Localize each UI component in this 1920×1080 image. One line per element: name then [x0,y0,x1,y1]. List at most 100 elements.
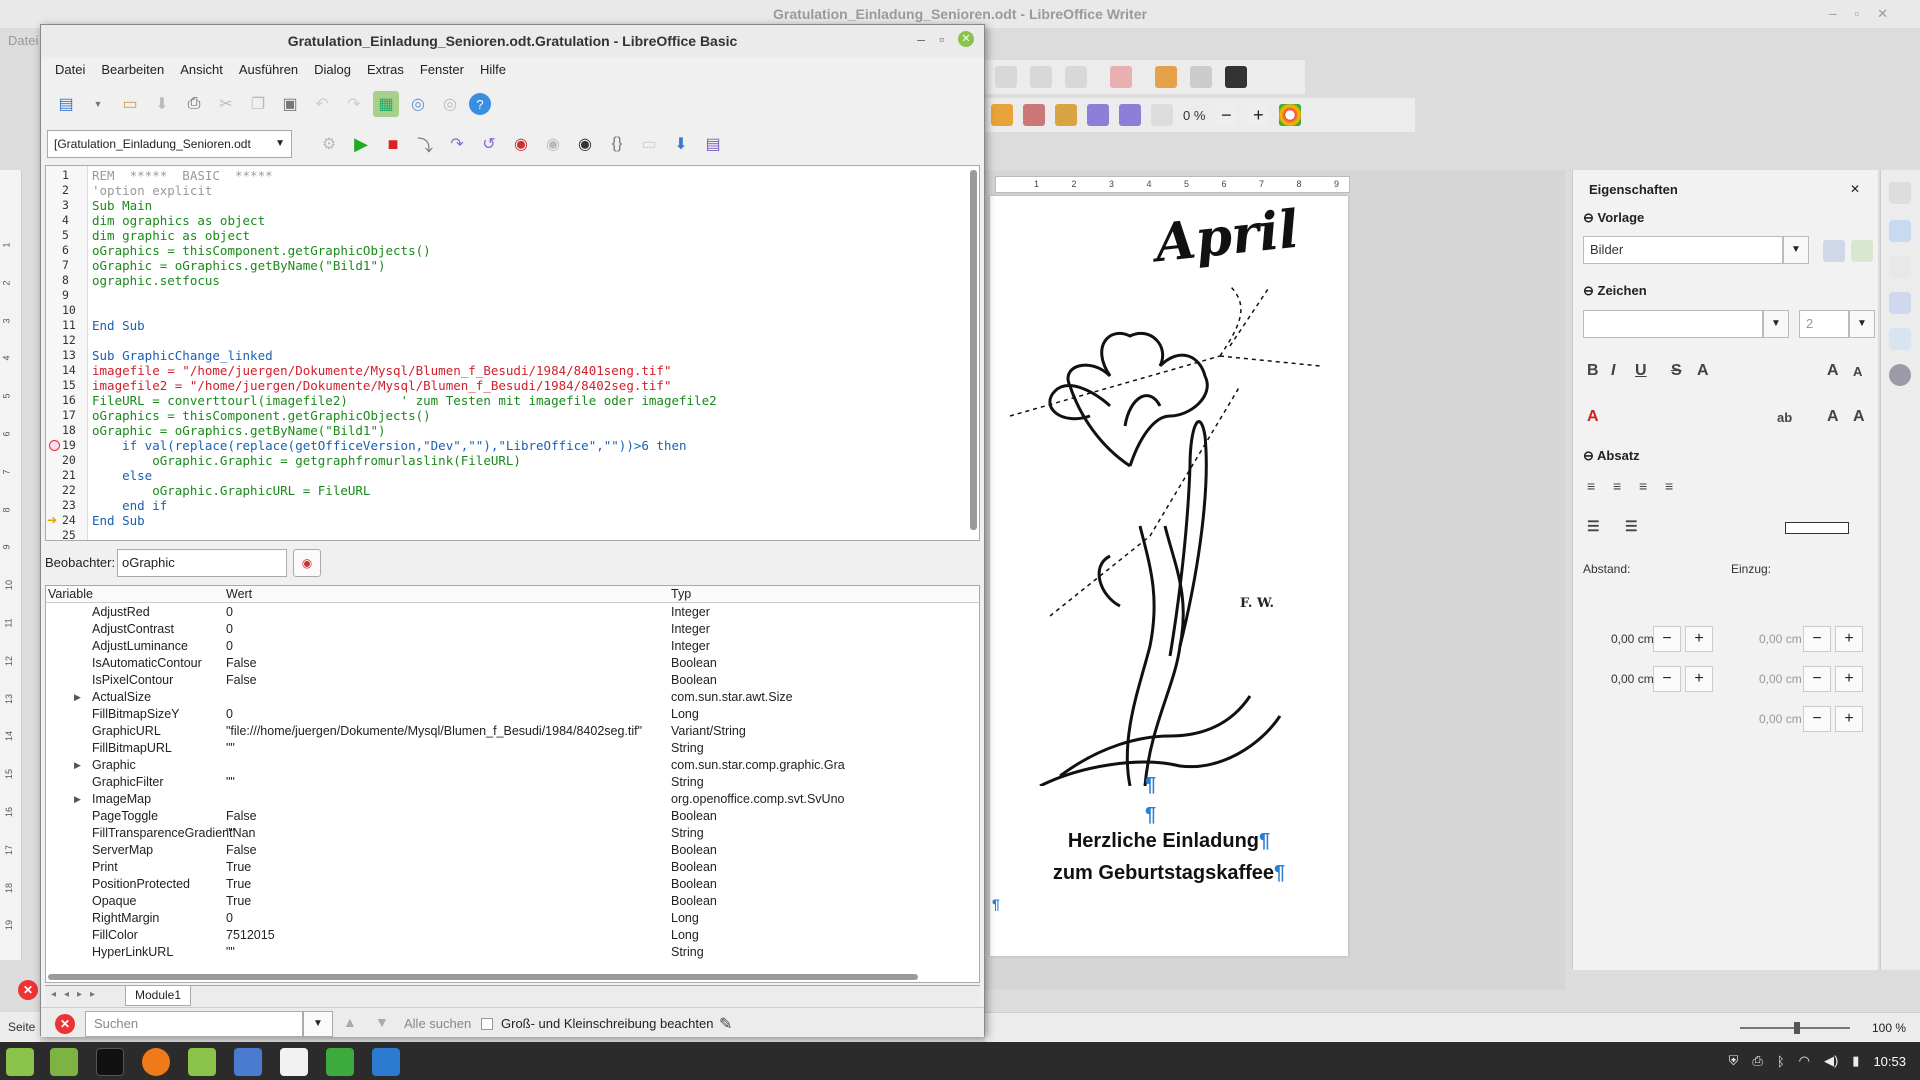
import-dialog-icon[interactable]: ▤ [700,131,726,157]
spacing-above-decrease[interactable]: − [1653,626,1681,652]
spacing-below-increase[interactable]: + [1685,666,1713,692]
line-number[interactable]: 11 [48,318,86,333]
terminal-icon[interactable] [96,1048,124,1076]
watch-row[interactable]: PageToggle False Boolean [46,808,979,825]
navigator-tab-icon[interactable] [1889,364,1911,386]
minus-icon[interactable]: − [1215,104,1238,126]
indent-after-decrease[interactable]: − [1803,666,1831,692]
spacing-below-value[interactable]: 0,00 cm [1611,672,1654,686]
watch-input[interactable]: oGraphic [117,549,287,577]
clock[interactable]: 10:53 [1873,1054,1906,1069]
strikethrough-icon[interactable]: S [1671,362,1682,380]
step-over-icon[interactable]: ↷ [444,131,470,157]
chevron-down-icon[interactable]: ▼ [1849,310,1875,338]
code-line[interactable]: Sub Main [92,198,152,213]
watch-row[interactable]: AdjustContrast 0 Integer [46,621,979,638]
paragraph-bg-color[interactable] [1785,522,1849,534]
watch-row[interactable]: FillBitmapSizeY 0 Long [46,706,979,723]
watch-row[interactable]: RightMargin 0 Long [46,910,979,927]
minimize-icon[interactable]: – [917,31,925,47]
line-number[interactable]: 6 [48,243,86,258]
chevron-down-icon[interactable]: ▼ [1783,236,1809,264]
watch-row[interactable]: PositionProtected True Boolean [46,876,979,893]
grow-font-icon[interactable]: A [1827,362,1839,380]
code-line[interactable]: imagefile2 = "/home/juergen/Dokumente/My… [92,378,671,393]
watch-row[interactable]: GraphicFilter "" String [46,774,979,791]
chevron-down-icon[interactable]: ▼ [85,91,111,117]
watch-row[interactable]: ▶ ActualSize com.sun.star.awt.Size [46,689,979,706]
subscript-icon[interactable]: A [1853,408,1865,426]
open-folder-icon[interactable]: ▭ [117,91,143,117]
gear-icon[interactable] [1889,182,1911,204]
highlight-icon[interactable]: ab [1777,410,1792,425]
crop-icon[interactable] [991,104,1013,126]
find-input[interactable]: Suchen [85,1011,303,1037]
close-icon[interactable]: ✕ [958,31,974,47]
cut-icon[interactable]: ✂ [213,91,239,117]
numbered-list-icon[interactable]: ☰ [1625,518,1638,535]
col-variable[interactable]: Variable [48,587,93,601]
section-vorlage[interactable]: ⊖ Vorlage [1583,210,1644,226]
save-icon[interactable]: ⬇ [149,91,175,117]
code-line[interactable]: oGraphics = thisComponent.getGraphicObje… [92,243,431,258]
select-macro-icon[interactable]: ◎ [437,91,463,117]
menu-ansicht[interactable]: Ansicht [172,57,231,83]
select-module-icon[interactable]: ▦ [373,91,399,117]
watch-table[interactable]: Variable Wert Typ AdjustRed 0 Integer Adjus… [45,585,980,983]
menu-datei[interactable]: Datei [47,57,93,83]
toolbar-icon[interactable] [995,66,1017,88]
firefox-icon[interactable] [142,1048,170,1076]
zoom-slider-handle[interactable] [1794,1022,1800,1034]
shadow-icon[interactable]: A [1697,362,1709,380]
menu-ausfuehren[interactable]: Ausführen [231,57,306,83]
code-line[interactable]: imagefile = "/home/juergen/Dokumente/Mys… [92,363,671,378]
watch-row[interactable]: Print True Boolean [46,859,979,876]
find-replace-icon[interactable]: ✎ [719,1014,732,1034]
line-number[interactable]: 22 [48,483,86,498]
watch-row[interactable]: ▶ ImageMap org.openoffice.comp.svt.SvUno [46,791,979,808]
watch-row[interactable]: IsAutomaticContour False Boolean [46,655,979,672]
watch-hscrollbar[interactable] [48,974,918,980]
spacing-above-value[interactable]: 0,00 cm [1611,632,1654,646]
section-zeichen[interactable]: ⊖ Zeichen [1583,283,1647,299]
toolbar-icon[interactable] [1030,66,1052,88]
superscript-icon[interactable]: A [1827,408,1839,426]
indent-before-increase[interactable]: + [1835,626,1863,652]
stop-icon[interactable]: ■ [380,131,406,157]
line-number-gutter[interactable]: 1 2 3 4 5 6 7 8 9 10 11 12 13 14 15 16 17 18 19 20 21 22 23 24 ➔… [46,166,88,540]
toolbar-icon[interactable] [1065,66,1087,88]
color-icon[interactable] [1279,104,1302,126]
expand-icon[interactable]: ▶ [74,689,81,706]
line-number[interactable]: 20 [48,453,86,468]
run-icon[interactable]: ▶ [348,131,374,157]
watch-row[interactable]: GraphicURL "file:///home/juergen/Dokument… [46,723,979,740]
line-number[interactable]: 21 [48,468,86,483]
code-line[interactable]: End Sub [92,318,145,333]
redo-icon[interactable]: ↷ [341,91,367,117]
image-mode-icon[interactable] [1023,104,1045,126]
line-number[interactable]: 12 [48,333,86,348]
line-number[interactable]: 1 [48,168,86,183]
code-line[interactable]: dim graphic as object [92,228,250,243]
code-line[interactable]: end if [92,498,167,513]
menu-extras[interactable]: Extras [359,57,412,83]
code-line[interactable]: End Sub [92,513,145,528]
page-tab-icon[interactable] [1889,256,1911,278]
line-number[interactable]: 15 [48,378,86,393]
libreoffice-icon[interactable] [280,1048,308,1076]
align-right-icon[interactable]: ≡ [1639,478,1647,494]
code-line[interactable]: FileURL = converttourl(imagefile2) ' zum… [92,393,717,408]
insert-source-icon[interactable]: ▭ [636,131,662,157]
section-absatz[interactable]: ⊖ Absatz [1583,448,1640,464]
print-icon[interactable]: ⎙ [181,91,207,117]
code-line[interactable]: Sub GraphicChange_linked [92,348,273,363]
spacing-above-increase[interactable]: + [1685,626,1713,652]
indent-before-value[interactable]: 0,00 cm [1759,632,1802,646]
col-value[interactable]: Wert [226,587,252,601]
watch-row[interactable]: HyperLinkURL "" String [46,944,979,961]
writer-icon[interactable] [372,1048,400,1076]
menu-dialog[interactable]: Dialog [306,57,359,83]
mint-menu-icon[interactable] [6,1048,34,1076]
align-left-icon[interactable]: ≡ [1587,478,1595,494]
writer-window-controls[interactable]: –▫✕ [1829,6,1906,22]
